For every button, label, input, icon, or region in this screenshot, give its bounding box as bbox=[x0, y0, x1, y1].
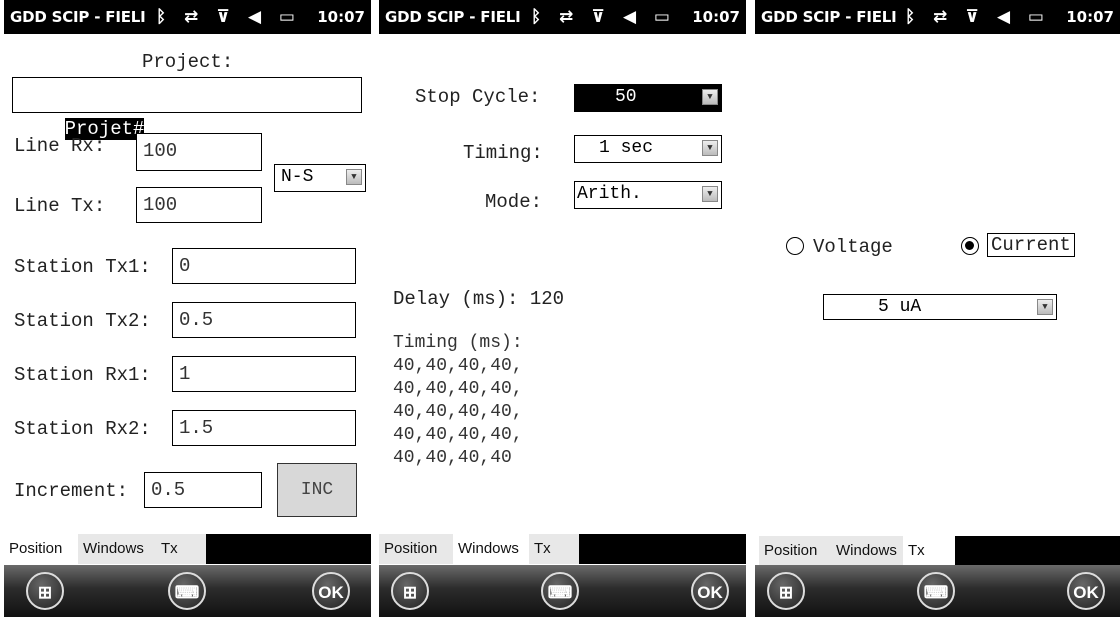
tab-windows[interactable]: Windows bbox=[78, 534, 156, 564]
app-title: GDD SCIP - FIELI bbox=[761, 8, 897, 26]
tab-windows[interactable]: Windows bbox=[453, 534, 531, 564]
status-icons: ᛒ ⇄ ⊽ ◀ ▭ bbox=[155, 7, 301, 27]
windows-start-icon[interactable]: ⊞ bbox=[767, 572, 805, 610]
timing-label: Timing: bbox=[463, 142, 543, 164]
tab-position[interactable]: Position bbox=[759, 536, 833, 566]
chevron-down-icon: ▼ bbox=[1037, 299, 1053, 315]
tab-bar: Position Windows Tx bbox=[379, 534, 746, 564]
tab-bar: Position Windows Tx bbox=[4, 534, 371, 564]
chevron-down-icon: ▼ bbox=[702, 140, 718, 156]
project-label: Project: bbox=[142, 51, 234, 73]
station-tx1-input[interactable]: 0 bbox=[172, 248, 356, 284]
keyboard-icon[interactable]: ⌨ bbox=[917, 572, 955, 610]
soft-key-bar: ⊞ ⌨ OK bbox=[4, 565, 371, 617]
status-icons: ᛒ ⇄ ⊽ ◀ ▭ bbox=[530, 7, 676, 27]
clock: 10:07 bbox=[692, 8, 740, 26]
tab-position[interactable]: Position bbox=[4, 534, 78, 564]
tab-tx[interactable]: Tx bbox=[903, 536, 953, 566]
soft-key-bar: ⊞ ⌨ OK bbox=[379, 565, 746, 617]
status-bar: GDD SCIP - FIELI ᛒ ⇄ ⊽ ◀ ▭ 10:07 bbox=[755, 0, 1120, 34]
windows-start-icon[interactable]: ⊞ bbox=[26, 572, 64, 610]
mode-label: Mode: bbox=[485, 191, 543, 213]
status-bar: GDD SCIP - FIELI ᛒ ⇄ ⊽ ◀ ▭ 10:07 bbox=[4, 0, 371, 34]
direction-value: N-S bbox=[281, 167, 314, 187]
keyboard-icon[interactable]: ⌨ bbox=[541, 572, 579, 610]
windows-screen: GDD SCIP - FIELI ᛒ ⇄ ⊽ ◀ ▭ 10:07 Stop Cy… bbox=[379, 0, 746, 617]
ok-button[interactable]: OK bbox=[691, 572, 729, 610]
timing-value: 1 sec bbox=[599, 138, 654, 158]
project-input[interactable]: Projet# bbox=[12, 77, 362, 140]
increment-label: Increment: bbox=[14, 480, 129, 502]
direction-select[interactable]: N-S ▼ bbox=[274, 164, 366, 192]
tab-windows[interactable]: Windows bbox=[831, 536, 909, 566]
tx-screen: GDD SCIP - FIELI ᛒ ⇄ ⊽ ◀ ▭ 10:07 Voltage… bbox=[755, 0, 1120, 617]
clock: 10:07 bbox=[1066, 8, 1114, 26]
station-tx1-label: Station Tx1: bbox=[14, 256, 151, 278]
position-screen: GDD SCIP - FIELI ᛒ ⇄ ⊽ ◀ ▭ 10:07 Project… bbox=[4, 0, 371, 617]
keyboard-icon[interactable]: ⌨ bbox=[168, 572, 206, 610]
timing-select[interactable]: 1 sec ▼ bbox=[574, 135, 722, 163]
line-tx-input[interactable]: 100 bbox=[136, 187, 262, 223]
soft-key-bar: ⊞ ⌨ OK bbox=[755, 565, 1120, 617]
station-tx2-input[interactable]: 0.5 bbox=[172, 302, 356, 338]
voltage-label: Voltage bbox=[813, 236, 893, 258]
station-rx2-input[interactable]: 1.5 bbox=[172, 410, 356, 446]
clock: 10:07 bbox=[317, 8, 365, 26]
line-rx-label: Line Rx: bbox=[14, 135, 106, 157]
station-rx2-label: Station Rx2: bbox=[14, 418, 151, 440]
app-title: GDD SCIP - FIELI bbox=[385, 8, 521, 26]
chevron-down-icon: ▼ bbox=[346, 169, 362, 185]
station-tx2-label: Station Tx2: bbox=[14, 310, 151, 332]
windows-start-icon[interactable]: ⊞ bbox=[391, 572, 429, 610]
delay-text: Delay (ms): 120 bbox=[393, 288, 565, 310]
voltage-radio[interactable] bbox=[786, 237, 804, 255]
stop-cycle-label: Stop Cycle: bbox=[415, 86, 541, 108]
status-icons: ᛒ ⇄ ⊽ ◀ ▭ bbox=[904, 7, 1050, 27]
increment-input[interactable]: 0.5 bbox=[144, 472, 262, 508]
line-tx-label: Line Tx: bbox=[14, 195, 106, 217]
chevron-down-icon: ▼ bbox=[702, 89, 718, 105]
ok-button[interactable]: OK bbox=[1067, 572, 1105, 610]
current-range-value: 5 uA bbox=[878, 297, 922, 317]
mode-select[interactable]: Arith. ▼ bbox=[574, 181, 722, 209]
stop-cycle-select[interactable]: 50 ▼ bbox=[574, 84, 722, 112]
station-rx1-input[interactable]: 1 bbox=[172, 356, 356, 392]
chevron-down-icon: ▼ bbox=[702, 186, 718, 202]
tab-tx[interactable]: Tx bbox=[156, 534, 206, 564]
current-range-select[interactable]: 5 uA ▼ bbox=[823, 294, 1057, 320]
tab-tx[interactable]: Tx bbox=[529, 534, 579, 564]
ok-button[interactable]: OK bbox=[312, 572, 350, 610]
status-bar: GDD SCIP - FIELI ᛒ ⇄ ⊽ ◀ ▭ 10:07 bbox=[379, 0, 746, 34]
app-title: GDD SCIP - FIELI bbox=[10, 8, 146, 26]
current-label: Current bbox=[987, 233, 1075, 257]
current-radio[interactable] bbox=[961, 237, 979, 255]
line-rx-input[interactable]: 100 bbox=[136, 133, 262, 171]
station-rx1-label: Station Rx1: bbox=[14, 364, 151, 386]
tab-position[interactable]: Position bbox=[379, 534, 453, 564]
mode-value: Arith. bbox=[577, 184, 642, 204]
tab-bar: Position Windows Tx bbox=[755, 536, 1120, 566]
inc-button[interactable]: INC bbox=[277, 463, 357, 517]
timing-ms-text: Timing (ms): 40,40,40,40, 40,40,40,40, 4… bbox=[393, 333, 523, 468]
stop-cycle-value: 50 bbox=[615, 87, 637, 107]
